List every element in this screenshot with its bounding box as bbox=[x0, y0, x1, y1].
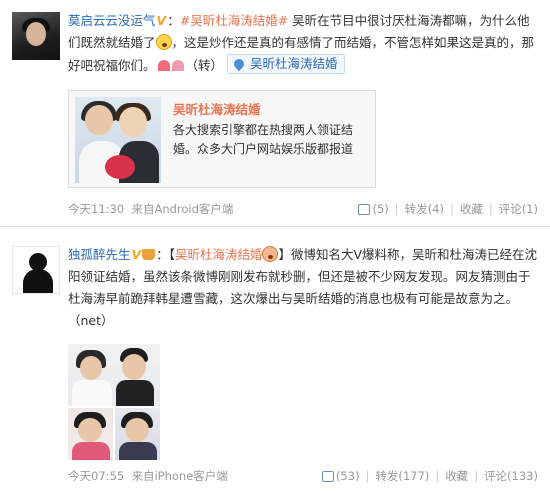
topic-link[interactable]: 吴昕杜海涛结婚 bbox=[175, 247, 263, 262]
avatar[interactable] bbox=[12, 12, 60, 60]
weibo-post: 莫启云云没运气V：#吴昕杜海涛结婚# 吴昕在节目中很讨厌杜海涛都嘛，为什么他们既… bbox=[0, 0, 550, 222]
like-icon[interactable] bbox=[358, 204, 371, 215]
favorite-button[interactable]: 收藏 bbox=[445, 469, 468, 483]
repost-marker: （转） bbox=[185, 58, 224, 73]
like-count[interactable]: (5) bbox=[372, 202, 388, 216]
colon: ： bbox=[167, 13, 180, 28]
post-time-source: 今天07:55 来自iPhone客户端 bbox=[68, 467, 228, 485]
repost-button[interactable]: 转发(177) bbox=[375, 469, 429, 483]
post-text: 莫启云云没运气V：#吴昕杜海涛结婚# 吴昕在节目中很讨厌杜海涛都嘛，为什么他们既… bbox=[68, 10, 538, 77]
post-actions: (53) | 转发(177) | 收藏 | 评论(133) bbox=[321, 467, 538, 485]
topic-link[interactable]: #吴昕杜海涛结婚# bbox=[180, 13, 288, 28]
weibo-post: 独孤醉先生V ：【吴昕杜海涛结婚 】微博知名大V爆料称，吴昕和杜海涛已经在沈阳领证结… bbox=[0, 234, 550, 491]
post-photo[interactable] bbox=[68, 344, 160, 406]
like-count[interactable]: (53) bbox=[336, 469, 360, 483]
favorite-button[interactable]: 收藏 bbox=[460, 202, 483, 216]
verified-badge-icon[interactable]: V bbox=[132, 244, 142, 266]
card-thumbnail bbox=[75, 97, 161, 183]
username-link[interactable]: 莫启云云没运气 bbox=[68, 13, 156, 28]
comment-button[interactable]: 评论(1) bbox=[499, 202, 538, 216]
emoji-icon bbox=[155, 34, 172, 50]
card-title[interactable]: 吴昕杜海涛结婚 bbox=[173, 99, 261, 118]
post-time[interactable]: 今天07:55 bbox=[68, 469, 124, 483]
avatar[interactable] bbox=[12, 246, 60, 294]
crown-icon bbox=[142, 249, 156, 260]
username-link[interactable]: 独孤醉先生 bbox=[68, 247, 131, 262]
verified-badge-icon[interactable]: V bbox=[157, 10, 167, 32]
like-icon[interactable] bbox=[321, 471, 334, 482]
location-pin-icon bbox=[231, 56, 247, 72]
emoji-icon bbox=[262, 246, 279, 262]
post-time-source: 今天11:30 来自Android客户端 bbox=[68, 200, 233, 218]
location-tag[interactable]: 吴昕杜海涛结婚 bbox=[227, 54, 345, 74]
post-divider bbox=[0, 226, 550, 227]
bracket-open: ：【 bbox=[156, 247, 175, 262]
link-card[interactable]: 吴昕杜海涛结婚 各大搜索引擎都在热搜两人领证结婚。众多大门户网站娱乐版都报道 bbox=[68, 90, 376, 188]
post-source[interactable]: 来自iPhone客户端 bbox=[131, 469, 227, 483]
location-label: 吴昕杜海涛结婚 bbox=[250, 56, 338, 71]
post-text: 独孤醉先生V ：【吴昕杜海涛结婚 】微博知名大V爆料称，吴昕和杜海涛已经在沈阳领证结… bbox=[68, 244, 538, 332]
photo-grid bbox=[68, 344, 160, 460]
post-source[interactable]: 来自Android客户端 bbox=[131, 202, 233, 216]
post-photo[interactable] bbox=[115, 408, 160, 460]
avatar-face bbox=[26, 22, 46, 46]
repost-button[interactable]: 转发(4) bbox=[405, 202, 444, 216]
post-actions: (5) | 转发(4) | 收藏 | 评论(1) bbox=[358, 200, 538, 218]
post-time[interactable]: 今天11:30 bbox=[68, 202, 124, 216]
bracket-close: 】 bbox=[278, 247, 291, 262]
post-photo[interactable] bbox=[68, 408, 113, 460]
hearts-icon bbox=[156, 58, 186, 72]
card-description: 各大搜索引擎都在热搜两人领证结婚。众多大门户网站娱乐版都报道 bbox=[173, 123, 354, 156]
comment-button[interactable]: 评论(133) bbox=[484, 469, 538, 483]
post-meta: 今天07:55 来自iPhone客户端 (53) | 转发(177) | 收藏 | 评论(1… bbox=[68, 467, 538, 485]
post-meta: 今天11:30 来自Android客户端 (5) | 转发(4) | 收藏 | 评论(1) bbox=[68, 200, 538, 218]
avatar-body bbox=[23, 269, 53, 293]
